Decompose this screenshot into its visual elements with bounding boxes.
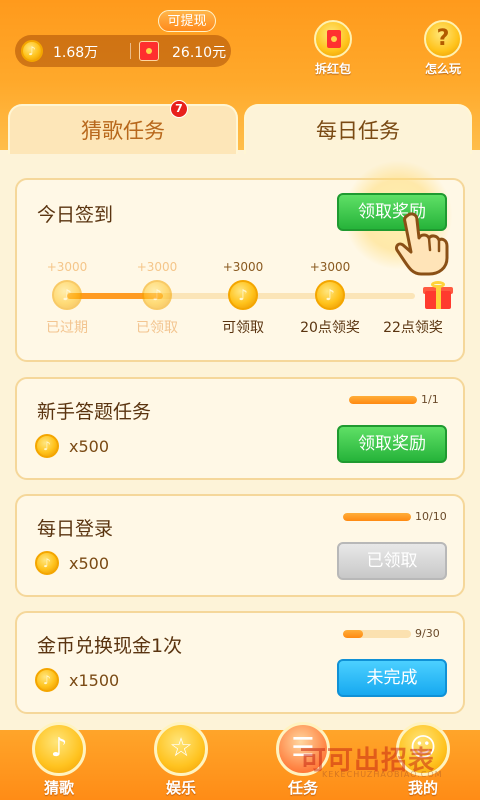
nav-item-entertainment[interactable]: ☆ 娱乐 xyxy=(146,722,216,798)
question-mark-icon: ? xyxy=(424,20,462,58)
step-coin xyxy=(142,280,172,310)
nav-label: 任务 xyxy=(287,779,318,797)
task-progress-text: 9/30 xyxy=(415,627,440,640)
divider xyxy=(130,43,131,59)
task-title: 新手答题任务 xyxy=(37,401,152,423)
tab-daily-tasks[interactable]: 每日任务 xyxy=(244,104,472,154)
step-coin xyxy=(52,280,82,310)
task-card: 金币兑换现金1次 9/30 x1500 未完成 xyxy=(15,611,465,714)
task-progress-text: 1/1 xyxy=(421,393,439,406)
step-status: 20点领奖 xyxy=(300,320,360,336)
task-progress-fill xyxy=(343,630,364,638)
checkin-step: +3000 已领取 xyxy=(117,260,197,337)
step-reward: +3000 xyxy=(136,260,178,274)
checkin-step[interactable]: +3000 可领取 xyxy=(203,260,283,337)
step-status: 已过期 xyxy=(46,320,88,336)
open-red-packet-button[interactable]: 拆红包 xyxy=(308,20,358,77)
balance-pill[interactable]: 1.68万 26.10元 xyxy=(15,35,231,67)
coin-icon xyxy=(52,280,82,310)
withdraw-tag[interactable]: 可提现 xyxy=(158,10,216,32)
incomplete-button[interactable]: 未完成 xyxy=(337,659,447,697)
task-reward: x1500 xyxy=(69,671,120,690)
step-reward: +3000 xyxy=(46,260,88,274)
how-to-play-button[interactable]: ? 怎么玩 xyxy=(418,20,468,77)
task-progress-bar xyxy=(343,513,411,521)
coin-balance: 1.68万 xyxy=(53,45,99,61)
open-red-packet-label: 拆红包 xyxy=(314,62,351,76)
nav-item-guess-song[interactable]: ♪ 猜歌 xyxy=(24,722,94,798)
coin-icon xyxy=(315,280,345,310)
checkin-step: +3000 20点领奖 xyxy=(290,260,370,337)
task-progress-fill xyxy=(349,396,417,404)
task-progress-text: 10/10 xyxy=(415,510,447,523)
watermark-sub: KEKECHUZHAOBIAO.COM xyxy=(322,770,443,779)
step-coin xyxy=(228,280,258,310)
coin-icon xyxy=(228,280,258,310)
claimed-button[interactable]: 已领取 xyxy=(337,542,447,580)
task-title: 每日登录 xyxy=(37,518,114,540)
star-icon: ☆ xyxy=(154,722,208,776)
task-reward: x500 xyxy=(69,554,110,573)
checkin-title: 今日签到 xyxy=(37,204,114,226)
daily-checkin-card: 今日签到 领取奖励 +3000 已过期 +3000 已领取 +3000 可领取 … xyxy=(15,160,465,362)
nav-label: 猜歌 xyxy=(43,779,74,797)
step-reward: +3000 xyxy=(222,260,264,274)
task-title: 金币兑换现金1次 xyxy=(37,635,183,657)
music-note-icon: ♪ xyxy=(32,722,86,776)
task-card: 每日登录 10/10 x500 已领取 xyxy=(15,494,465,597)
coin-icon xyxy=(35,434,59,458)
task-progress-bar xyxy=(349,396,417,404)
red-packet-icon xyxy=(314,20,352,58)
cash-balance: 26.10元 xyxy=(172,45,227,61)
coin-icon xyxy=(142,280,172,310)
bottom-nav: ♪ 猜歌 ☆ 娱乐 ☰ 任务 ☺ 我的 可可出招表 KEKECHUZHAOBIA… xyxy=(0,722,480,800)
tab-label: 猜歌任务 xyxy=(81,119,165,143)
pointing-hand-icon xyxy=(395,212,449,276)
step-status: 22点领奖 xyxy=(383,320,443,336)
how-to-play-label: 怎么玩 xyxy=(424,62,461,76)
tab-label: 每日任务 xyxy=(316,119,400,143)
coin-icon xyxy=(21,40,43,62)
gift-box-icon xyxy=(398,280,453,310)
coin-icon xyxy=(35,551,59,575)
step-reward: +3000 xyxy=(309,260,351,274)
nav-label: 我的 xyxy=(407,779,438,797)
claim-reward-button[interactable]: 领取奖励 xyxy=(337,425,447,463)
coin-icon xyxy=(35,668,59,692)
step-status: 可领取 xyxy=(222,320,264,336)
notification-badge: 7 xyxy=(170,100,188,118)
step-status: 已领取 xyxy=(136,320,178,336)
red-packet-icon xyxy=(139,41,159,61)
task-progress-bar xyxy=(343,630,411,638)
nav-label: 娱乐 xyxy=(165,779,196,797)
task-card: 新手答题任务 1/1 x500 领取奖励 xyxy=(15,377,465,480)
task-progress-fill xyxy=(343,513,411,521)
tab-guess-song-tasks[interactable]: 猜歌任务 7 xyxy=(8,100,238,154)
checkin-step: +3000 已过期 xyxy=(27,260,107,337)
task-reward: x500 xyxy=(69,437,110,456)
step-coin xyxy=(315,280,345,310)
